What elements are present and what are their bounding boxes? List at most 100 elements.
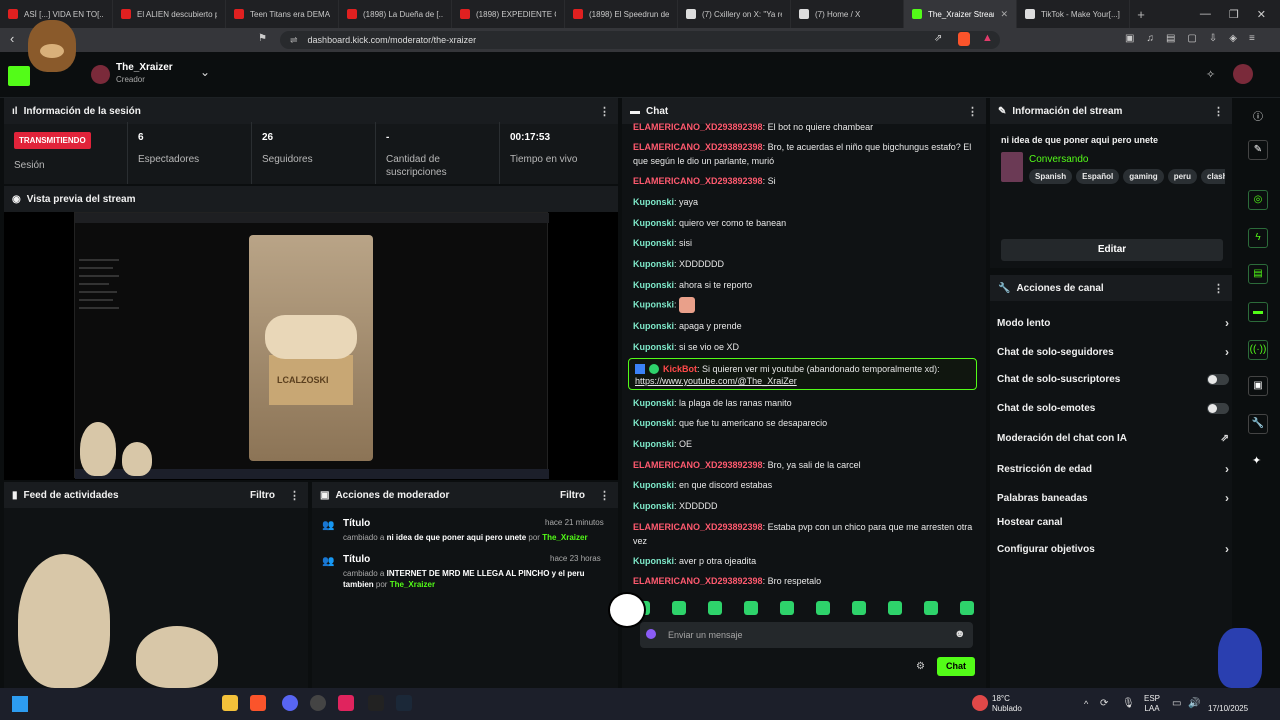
tag[interactable]: Español <box>1076 169 1120 184</box>
channel-action-item[interactable]: Chat de solo-emotes <box>997 403 1229 414</box>
avatar[interactable] <box>91 65 110 84</box>
more-options-icon[interactable]: ⋮ <box>599 489 610 502</box>
chat-username[interactable]: ELAMERICANO_XD293892398 <box>633 176 763 186</box>
sparkle-icon[interactable]: ✧ <box>1206 68 1215 81</box>
chat-username[interactable]: Kuponski <box>633 398 674 408</box>
browser-tab[interactable]: (7) Home / X <box>791 0 904 28</box>
chat-username[interactable]: ELAMERICANO_XD293892398 <box>633 576 763 586</box>
chat-username[interactable]: KickBot <box>663 364 697 374</box>
more-options-icon[interactable]: ⋮ <box>1213 282 1224 295</box>
more-options-icon[interactable]: ⋮ <box>599 105 610 118</box>
chat-username[interactable]: Kuponski <box>633 197 674 207</box>
chat-username[interactable]: Kuponski <box>633 556 674 566</box>
edit-button[interactable]: Editar <box>1001 239 1223 261</box>
brave-icon[interactable] <box>250 695 266 711</box>
browser-tab[interactable]: (1898) El Speedrun del[...] <box>565 0 678 28</box>
tag[interactable]: Spanish <box>1029 169 1073 184</box>
chat-username[interactable]: Kuponski <box>633 480 674 490</box>
sync-icon[interactable]: ⟳ <box>1100 698 1108 709</box>
capcut-icon[interactable] <box>368 695 384 711</box>
emoji-icon[interactable]: ☻ <box>954 628 966 640</box>
wallet-icon[interactable]: ▢ <box>1187 33 1196 44</box>
file-explorer-icon[interactable] <box>222 695 238 711</box>
windows-start-icon[interactable] <box>12 696 28 712</box>
clipboard-icon[interactable]: ▤ <box>1248 264 1268 284</box>
brave-shield-icon[interactable] <box>958 32 970 46</box>
browser-tab[interactable]: (1898) EXPEDIENTE CA[...] <box>452 0 565 28</box>
channel-action-item[interactable]: Hostear canal <box>997 517 1229 528</box>
emote-button[interactable] <box>744 601 758 615</box>
wrench-icon[interactable]: 🔧 <box>1248 414 1268 434</box>
chat-username[interactable]: Kuponski <box>633 342 674 352</box>
weather-widget[interactable]: 18°C Nublado <box>992 694 1022 714</box>
restore-icon[interactable]: ❐ <box>1229 8 1239 21</box>
emote-button[interactable] <box>708 601 722 615</box>
chat-username[interactable]: ELAMERICANO_XD293892398 <box>633 142 763 152</box>
menu-icon[interactable]: ≡ <box>1249 33 1255 44</box>
new-tab-button[interactable]: + <box>1130 7 1152 22</box>
stream-video[interactable]: LCALZOSKI <box>74 212 549 479</box>
channel-action-item[interactable]: Restricción de edad › <box>997 462 1229 476</box>
filter-button[interactable]: Filtro <box>560 490 585 501</box>
emote-button[interactable] <box>672 601 686 615</box>
toggle-switch[interactable] <box>1207 403 1229 414</box>
browser-tab[interactable]: Teen Titans era DEMAS[...] <box>226 0 339 28</box>
chat-username[interactable]: Kuponski <box>633 299 674 309</box>
emote-button[interactable] <box>780 601 794 615</box>
taskbar-date[interactable]: 17/10/2025 <box>1208 704 1248 713</box>
share-icon[interactable]: ⇗ <box>934 33 942 44</box>
discord-icon[interactable] <box>282 695 298 711</box>
emote-button[interactable] <box>852 601 866 615</box>
chat-settings-icon[interactable]: ⚙ <box>916 661 925 672</box>
emote-button[interactable] <box>924 601 938 615</box>
volume-icon[interactable]: 🔊 <box>1188 698 1200 709</box>
mod-action-user[interactable]: The_Xraizer <box>542 533 587 542</box>
more-options-icon[interactable]: ⋮ <box>1213 105 1224 118</box>
chat-username[interactable]: Kuponski <box>633 439 674 449</box>
user-avatar[interactable] <box>1233 64 1253 84</box>
tag[interactable]: peru <box>1167 169 1198 184</box>
browser-tab[interactable]: (7) Cxillery on X: "Ya re[...] <box>678 0 791 28</box>
kick-logo[interactable] <box>8 66 30 86</box>
back-icon[interactable]: ‹ <box>10 31 14 46</box>
minimize-icon[interactable]: — <box>1200 8 1211 21</box>
chat-username[interactable]: Kuponski <box>633 238 674 248</box>
chat-username[interactable]: Kuponski <box>633 280 674 290</box>
tag[interactable]: gaming <box>1123 169 1164 184</box>
more-options-icon[interactable]: ⋮ <box>967 105 978 118</box>
chat-username[interactable]: Kuponski <box>633 321 674 331</box>
emote-button[interactable] <box>960 601 974 615</box>
category-thumbnail[interactable] <box>1001 152 1023 182</box>
filter-button[interactable]: Filtro <box>250 490 275 501</box>
vpn-icon[interactable]: ◈ <box>1229 33 1237 44</box>
more-options-icon[interactable]: ⋮ <box>289 489 300 502</box>
browser-tab[interactable]: (1898) La Dueña de [...] <box>339 0 452 28</box>
moderation-icon[interactable]: ▣ <box>1248 376 1268 396</box>
chat-username[interactable]: Kuponski <box>633 218 674 228</box>
edit-icon[interactable]: ✎ <box>1248 140 1268 160</box>
emote-button[interactable] <box>888 601 902 615</box>
tag[interactable]: clash <box>1201 169 1225 184</box>
tiktok-icon[interactable] <box>338 695 354 711</box>
focus-icon[interactable]: ◎ <box>1248 190 1268 210</box>
network-icon[interactable]: ▭ <box>1172 698 1181 709</box>
chat-input[interactable]: Enviar un mensaje ☻ <box>640 622 973 648</box>
microphone-icon[interactable]: 🎙 <box>1122 698 1135 709</box>
close-icon[interactable]: ✕ <box>1257 8 1266 21</box>
reading-list-icon[interactable]: ▤ <box>1166 33 1175 44</box>
chat-username[interactable]: Kuponski <box>633 501 674 511</box>
download-icon[interactable]: ⇩ <box>1209 33 1217 44</box>
channel-action-item[interactable]: Modo lento › <box>997 316 1229 330</box>
chat-username[interactable]: ELAMERICANO_XD293892398 <box>633 122 763 132</box>
mod-action-user[interactable]: The_Xraizer <box>390 580 435 589</box>
site-info-icon[interactable]: ⇌ <box>290 35 298 46</box>
channel-action-item[interactable]: Chat de solo-suscriptores <box>997 374 1229 385</box>
more-apps-icon[interactable]: ✦ <box>1252 454 1261 467</box>
sticker-icon[interactable] <box>646 629 656 639</box>
chat-link[interactable]: https://www.youtube.com/@The_XraiZer <box>635 376 797 386</box>
browser-tab[interactable]: El ALIEN descubierto p[...] <box>113 0 226 28</box>
media-icon[interactable]: ♫ <box>1146 33 1154 44</box>
address-bar[interactable]: ⇌ dashboard.kick.com/moderator/the-xraiz… <box>280 31 1000 49</box>
chat-username[interactable]: ELAMERICANO_XD293892398 <box>633 522 763 532</box>
close-tab-icon[interactable]: ✕ <box>1000 9 1008 20</box>
